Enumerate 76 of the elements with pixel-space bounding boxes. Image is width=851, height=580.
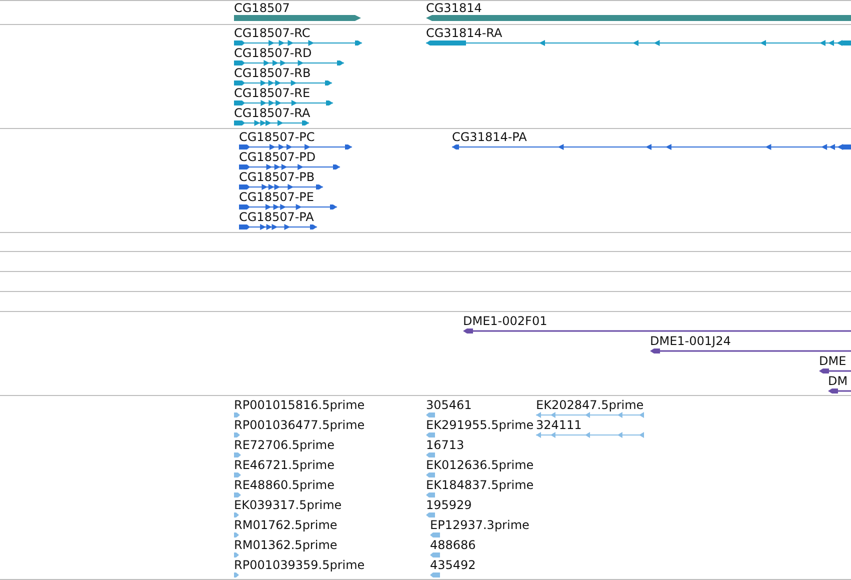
est-drawing[interactable] — [426, 411, 435, 419]
est-drawing[interactable] — [430, 531, 440, 539]
feature-label[interactable]: CG18507-PC — [239, 131, 315, 143]
transcript-drawing[interactable] — [426, 39, 851, 47]
est-drawing[interactable] — [234, 511, 239, 519]
feature-label[interactable]: CG18507 — [234, 2, 290, 14]
est-drawing[interactable] — [426, 451, 435, 459]
clone-drawing[interactable] — [463, 327, 851, 335]
feature-label[interactable]: 324111 — [536, 419, 582, 431]
feature-label[interactable]: DME1-001J24 — [650, 335, 731, 347]
transcript-drawing[interactable] — [234, 119, 309, 127]
protein-drawing[interactable] — [452, 143, 851, 151]
feature-label[interactable]: EK291955.5prime — [426, 419, 534, 431]
est-drawing[interactable] — [426, 431, 435, 439]
clone-drawing[interactable] — [819, 367, 851, 375]
feature-label[interactable]: EK012636.5prime — [426, 459, 534, 471]
protein-drawing[interactable] — [239, 163, 340, 171]
feature-label[interactable]: CG18507-RA — [234, 107, 310, 119]
feature-label[interactable]: CG18507-RE — [234, 87, 310, 99]
feature-label[interactable]: CG18507-RC — [234, 27, 310, 39]
feature-label[interactable]: 488686 — [430, 539, 476, 551]
transcript-drawing[interactable] — [234, 99, 333, 107]
est-drawing[interactable] — [426, 511, 435, 519]
feature-label[interactable]: RM01362.5prime — [234, 539, 338, 551]
feature-label[interactable]: EK039317.5prime — [234, 499, 342, 511]
gene-bar[interactable] — [426, 14, 851, 22]
transcript-drawing[interactable] — [234, 79, 332, 87]
transcript-drawing[interactable] — [234, 59, 344, 67]
feature-label[interactable]: RP001015816.5prime — [234, 399, 365, 411]
clone-drawing[interactable] — [828, 387, 851, 395]
est-drawing[interactable] — [234, 431, 240, 439]
feature-label[interactable]: DME — [819, 355, 846, 367]
protein-drawing[interactable] — [239, 223, 317, 231]
feature-label[interactable]: RE72706.5prime — [234, 439, 334, 451]
feature-label[interactable]: CG18507-PE — [239, 191, 314, 203]
feature-label[interactable]: CG18507-PA — [239, 211, 314, 223]
feature-label[interactable]: EK202847.5prime — [536, 399, 644, 411]
feature-label[interactable]: 305461 — [426, 399, 472, 411]
est-drawing[interactable] — [536, 411, 644, 419]
feature-label[interactable]: RP001036477.5prime — [234, 419, 365, 431]
feature-label[interactable]: 195929 — [426, 499, 472, 511]
feature-label[interactable]: RE48860.5prime — [234, 479, 334, 491]
feature-label[interactable]: EK184837.5prime — [426, 479, 534, 491]
feature-label[interactable]: RP001039359.5prime — [234, 559, 365, 571]
clone-drawing[interactable] — [650, 347, 851, 355]
feature-label[interactable]: CG31814 — [426, 2, 482, 14]
gene-bar[interactable] — [234, 14, 361, 22]
est-drawing[interactable] — [536, 431, 644, 439]
feature-label[interactable]: CG18507-PD — [239, 151, 316, 163]
est-drawing[interactable] — [234, 571, 239, 579]
protein-drawing[interactable] — [239, 203, 337, 211]
feature-label[interactable]: CG18507-RB — [234, 67, 311, 79]
feature-label[interactable]: DM — [828, 375, 848, 387]
est-drawing[interactable] — [430, 571, 440, 579]
est-drawing[interactable] — [234, 491, 241, 499]
est-drawing[interactable] — [234, 551, 239, 559]
feature-label[interactable]: EP12937.3prime — [430, 519, 530, 531]
feature-label[interactable]: CG31814-RA — [426, 27, 502, 39]
feature-label[interactable]: CG18507-RD — [234, 47, 312, 59]
feature-label[interactable]: 435492 — [430, 559, 476, 571]
transcript-drawing[interactable] — [234, 39, 362, 47]
est-drawing[interactable] — [234, 411, 240, 419]
est-drawing[interactable] — [234, 471, 241, 479]
feature-label[interactable]: DME1-002F01 — [463, 315, 548, 327]
feature-label[interactable]: 16713 — [426, 439, 464, 451]
est-drawing[interactable] — [234, 451, 241, 459]
est-drawing[interactable] — [426, 471, 435, 479]
feature-label[interactable]: RE46721.5prime — [234, 459, 334, 471]
feature-label[interactable]: RM01762.5prime — [234, 519, 338, 531]
est-drawing[interactable] — [430, 551, 440, 559]
protein-drawing[interactable] — [239, 183, 323, 191]
protein-drawing[interactable] — [239, 143, 352, 151]
est-drawing[interactable] — [426, 491, 435, 499]
est-drawing[interactable] — [234, 531, 239, 539]
feature-label[interactable]: CG31814-PA — [452, 131, 527, 143]
feature-label[interactable]: CG18507-PB — [239, 171, 315, 183]
